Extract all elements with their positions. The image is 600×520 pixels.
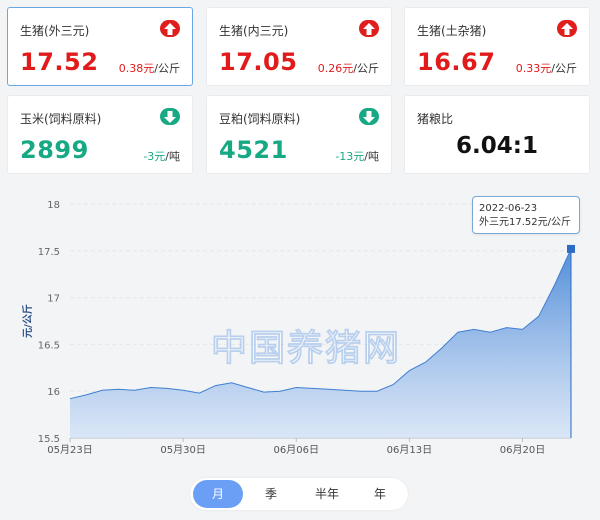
hog-grain-ratio-card[interactable]: 猪粮比 6.04:1 <box>404 95 590 174</box>
card-change: -13元/吨 <box>335 148 379 164</box>
card-name: 豆粕(饲料原料) <box>219 112 301 126</box>
card-change: 0.33元/公斤 <box>516 60 577 76</box>
change-value: -13元 <box>335 150 365 163</box>
card-change: -3元/吨 <box>143 148 180 164</box>
highlight-point <box>567 244 575 253</box>
data-point <box>457 331 459 333</box>
price-card-inner-three[interactable]: 生猪(内三元) 17.05 0.26元/公斤 <box>206 7 392 86</box>
x-tick-label: 06月06日 <box>274 444 319 456</box>
data-point <box>85 394 87 396</box>
data-point <box>69 397 71 399</box>
price-card-soymeal[interactable]: 豆粕(饲料原料) 4521 -13元/吨 <box>206 95 392 174</box>
data-point <box>230 382 232 384</box>
card-name: 生猪(外三元) <box>20 24 90 38</box>
card-price: 16.67 <box>417 48 496 76</box>
data-point <box>247 386 249 388</box>
y-axis-label: 元/公斤 <box>21 304 34 338</box>
change-unit: /吨 <box>165 150 180 163</box>
period-selector: 月 季 半年 年 <box>190 478 408 510</box>
data-point <box>327 388 329 390</box>
change-unit: /公斤 <box>154 62 180 75</box>
period-halfyear-tab[interactable]: 半年 <box>299 480 355 508</box>
data-point <box>554 283 556 285</box>
card-name: 生猪(土杂猪) <box>417 24 487 38</box>
change-value: 0.38元 <box>118 62 155 75</box>
down-arrow-icon <box>160 108 180 125</box>
data-point <box>279 390 281 392</box>
data-point <box>521 328 523 330</box>
data-point <box>424 361 426 363</box>
tooltip-text: 外三元17.52元/公斤 <box>479 217 571 228</box>
data-point <box>392 383 394 385</box>
x-tick-label: 06月20日 <box>500 444 545 456</box>
data-point <box>376 390 378 392</box>
change-value: 0.26元 <box>317 62 354 75</box>
data-point <box>505 326 507 328</box>
y-tick-label: 18 <box>47 200 60 211</box>
data-point <box>473 328 475 330</box>
up-arrow-icon <box>160 20 180 37</box>
price-card-outer-three[interactable]: 生猪(外三元) 17.52 0.38元/公斤 <box>7 7 193 86</box>
y-tick-label: 16.5 <box>38 340 60 351</box>
data-point <box>198 392 200 394</box>
data-point <box>344 389 346 391</box>
change-unit: /吨 <box>364 150 379 163</box>
card-price: 4521 <box>219 136 288 164</box>
x-tick-label: 06月13日 <box>387 444 432 456</box>
data-point <box>214 384 216 386</box>
card-name: 玉米(饲料原料) <box>20 112 102 126</box>
card-price: 2899 <box>20 136 89 164</box>
data-point <box>133 389 135 391</box>
period-year-tab[interactable]: 年 <box>357 480 403 508</box>
data-point <box>263 391 265 393</box>
data-point <box>311 387 313 389</box>
data-point <box>117 388 119 390</box>
data-point <box>441 347 443 349</box>
data-point <box>166 387 168 389</box>
data-point <box>537 315 539 317</box>
card-price: 17.52 <box>20 48 99 76</box>
change-unit: /公斤 <box>551 62 577 75</box>
card-name: 生猪(内三元) <box>219 24 289 38</box>
data-point <box>182 389 184 391</box>
x-tick-label: 05月23日 <box>47 444 92 456</box>
data-point <box>150 386 152 388</box>
price-card-local-hog[interactable]: 生猪(土杂猪) 16.67 0.33元/公斤 <box>404 7 590 86</box>
up-arrow-icon <box>557 20 577 37</box>
data-point <box>489 331 491 333</box>
card-change: 0.26元/公斤 <box>318 60 379 76</box>
card-name: 猪粮比 <box>417 112 454 126</box>
x-tick-label: 05月30日 <box>160 444 205 456</box>
y-tick-label: 17.5 <box>38 247 60 258</box>
y-tick-label: 16 <box>47 387 60 398</box>
y-tick-label: 17 <box>47 294 60 305</box>
tooltip-date: 2022-06-23 <box>479 203 538 214</box>
chart-tooltip: 2022-06-23 外三元17.52元/公斤 <box>472 196 580 234</box>
card-change: 0.38元/公斤 <box>119 60 180 76</box>
y-tick-label: 15.5 <box>38 434 60 445</box>
down-arrow-icon <box>359 108 379 125</box>
data-point <box>408 369 410 371</box>
data-point <box>360 390 362 392</box>
period-quarter-tab[interactable]: 季 <box>247 480 295 508</box>
ratio-value: 6.04:1 <box>456 133 538 159</box>
up-arrow-icon <box>359 20 379 37</box>
change-value: -3元 <box>143 150 166 163</box>
watermark: 中国养猪网 <box>211 327 401 369</box>
change-value: 0.33元 <box>515 62 552 75</box>
price-card-corn[interactable]: 玉米(饲料原料) 2899 -3元/吨 <box>7 95 193 174</box>
period-month-tab[interactable]: 月 <box>193 480 243 508</box>
data-point <box>295 386 297 388</box>
data-point <box>101 389 103 391</box>
change-unit: /公斤 <box>353 62 379 75</box>
card-price: 17.05 <box>219 48 298 76</box>
